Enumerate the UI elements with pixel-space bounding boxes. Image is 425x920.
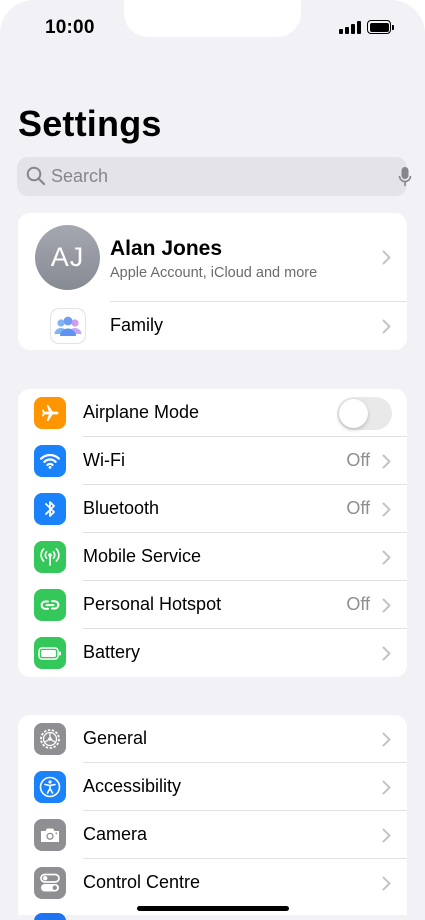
- settings-row-control-centre[interactable]: Control Centre: [18, 859, 407, 907]
- settings-row-battery[interactable]: Battery: [18, 629, 407, 677]
- settings-row-accessibility[interactable]: Accessibility: [18, 763, 407, 811]
- cellular-signal-icon: [339, 21, 361, 34]
- account-group: AJ Alan Jones Apple Account, iCloud and …: [18, 213, 407, 350]
- general-group: General Accessibility Camera Control Cen…: [18, 715, 407, 915]
- search-input[interactable]: [51, 157, 381, 196]
- chevron-right-icon: [382, 319, 391, 334]
- chevron-right-icon: [382, 250, 391, 265]
- account-name: Alan Jones: [110, 237, 223, 260]
- battery-icon: [367, 20, 394, 34]
- account-row[interactable]: AJ Alan Jones Apple Account, iCloud and …: [18, 213, 407, 302]
- hotspot-icon: [34, 589, 66, 621]
- chevron-right-icon: [382, 876, 391, 891]
- next-row-icon-peek: [34, 913, 66, 920]
- search-icon: [26, 166, 46, 186]
- settings-row-mobile-service[interactable]: Mobile Service: [18, 533, 407, 581]
- settings-row-value: Off: [346, 594, 370, 614]
- settings-screen: 10:00 Settings AJ Alan Jones Apple Accou…: [0, 0, 425, 920]
- settings-row-label: Accessibility: [83, 776, 182, 796]
- settings-row-label: Mobile Service: [83, 546, 202, 566]
- settings-row-value: Off: [346, 498, 370, 518]
- settings-row-camera[interactable]: Camera: [18, 811, 407, 859]
- airplane-mode-toggle[interactable]: [337, 397, 392, 430]
- connectivity-group: Airplane Mode Wi-Fi Off Bluetooth Off Mo…: [18, 389, 407, 677]
- notch: [124, 0, 301, 37]
- chevron-right-icon: [382, 780, 391, 795]
- control-centre-icon: [34, 867, 66, 899]
- settings-row-general[interactable]: General: [18, 715, 407, 763]
- settings-row-airplane-mode[interactable]: Airplane Mode: [18, 389, 407, 437]
- chevron-right-icon: [382, 598, 391, 613]
- avatar: AJ: [35, 225, 100, 290]
- account-subtitle: Apple Account, iCloud and more: [110, 265, 318, 281]
- settings-row-value: Off: [346, 450, 370, 470]
- settings-row-label: Airplane Mode: [83, 402, 200, 422]
- family-row[interactable]: Family: [18, 302, 407, 350]
- chevron-right-icon: [382, 550, 391, 565]
- page-title: Settings: [18, 103, 162, 144]
- settings-row-label: Bluetooth: [83, 498, 160, 518]
- microphone-icon[interactable]: [398, 166, 412, 188]
- wifi-icon: [34, 445, 66, 477]
- settings-row-label: Camera: [83, 824, 148, 844]
- battery-setting-icon: [34, 637, 66, 669]
- search-bar[interactable]: [17, 157, 412, 196]
- settings-row-label: Control Centre: [83, 872, 201, 892]
- family-icon: [50, 308, 86, 344]
- settings-row-personal-hotspot[interactable]: Personal Hotspot Off: [18, 581, 407, 629]
- settings-row-label: Personal Hotspot: [83, 594, 222, 614]
- status-time: 10:00: [45, 17, 95, 38]
- settings-row-wifi[interactable]: Wi-Fi Off: [18, 437, 407, 485]
- antenna-icon: [34, 541, 66, 573]
- settings-row-label: Battery: [83, 642, 141, 662]
- chevron-right-icon: [382, 828, 391, 843]
- home-indicator[interactable]: [137, 906, 289, 911]
- settings-row-label: Wi-Fi: [83, 450, 125, 470]
- gear-icon: [34, 723, 66, 755]
- accessibility-icon: [34, 771, 66, 803]
- chevron-right-icon: [382, 646, 391, 661]
- family-label: Family: [110, 315, 163, 335]
- bluetooth-icon: [34, 493, 66, 525]
- settings-row-label: General: [83, 728, 148, 748]
- chevron-right-icon: [382, 502, 391, 517]
- airplane-icon: [34, 397, 66, 429]
- camera-icon: [34, 819, 66, 851]
- chevron-right-icon: [382, 454, 391, 469]
- chevron-right-icon: [382, 732, 391, 747]
- settings-row-bluetooth[interactable]: Bluetooth Off: [18, 485, 407, 533]
